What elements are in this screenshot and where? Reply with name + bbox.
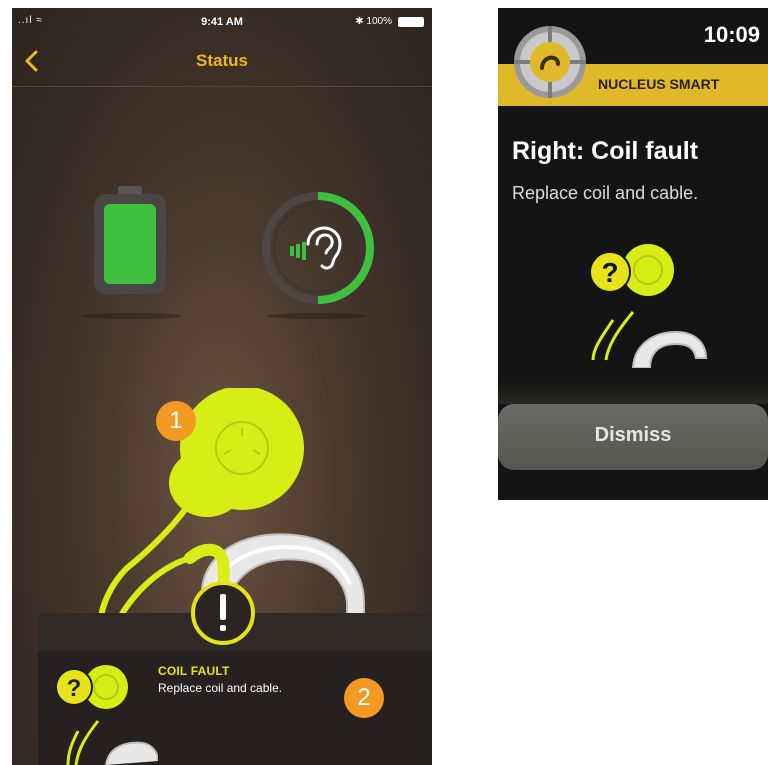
fault-title: COIL FAULT [158,664,230,678]
page-title: Status [196,51,248,70]
fault-description: Replace coil and cable. [158,681,283,695]
dismiss-label: Dismiss [594,424,672,446]
watch-time: 10:09 [703,22,760,47]
exclamation-alert-icon [191,581,255,645]
svg-text:?: ? [67,675,82,702]
alert-title: Right: Coil fault [512,137,699,165]
coil-fault-illustration: ? [589,244,708,368]
navigation-bar: Status [12,36,432,86]
app-logo-icon [514,26,586,98]
battery-shadow [82,313,182,319]
watch-screen: NUCLEUS SMART 10:09 Right: Coil fault Re… [498,8,768,500]
hearing-level-ring [258,188,378,308]
nav-divider [12,86,432,87]
phone-screen: ..ıl ≈ 9:41 AM ✱ 100% Status 1 ? COIL FA… [12,8,432,765]
ring-shadow [267,313,367,319]
battery-percentage: ✱ 100% [355,16,392,27]
battery-icon [94,186,166,294]
dismiss-button[interactable]: Dismiss [498,404,768,470]
ear-icon [290,226,342,270]
callout-badge-2: 2 [344,678,384,718]
app-name: NUCLEUS SMART [598,76,720,92]
dismiss-fade [498,380,768,404]
alert-description: Replace coil and cable. [512,183,699,203]
status-battery-icon [398,17,424,27]
svg-text:?: ? [601,257,618,288]
coil-fault-thumbnail: ? [55,665,158,765]
status-bar: ..ıl ≈ 9:41 AM ✱ 100% [12,8,432,36]
callout-badge-1: 1 [156,401,196,441]
processor-battery-indicator [90,186,170,296]
